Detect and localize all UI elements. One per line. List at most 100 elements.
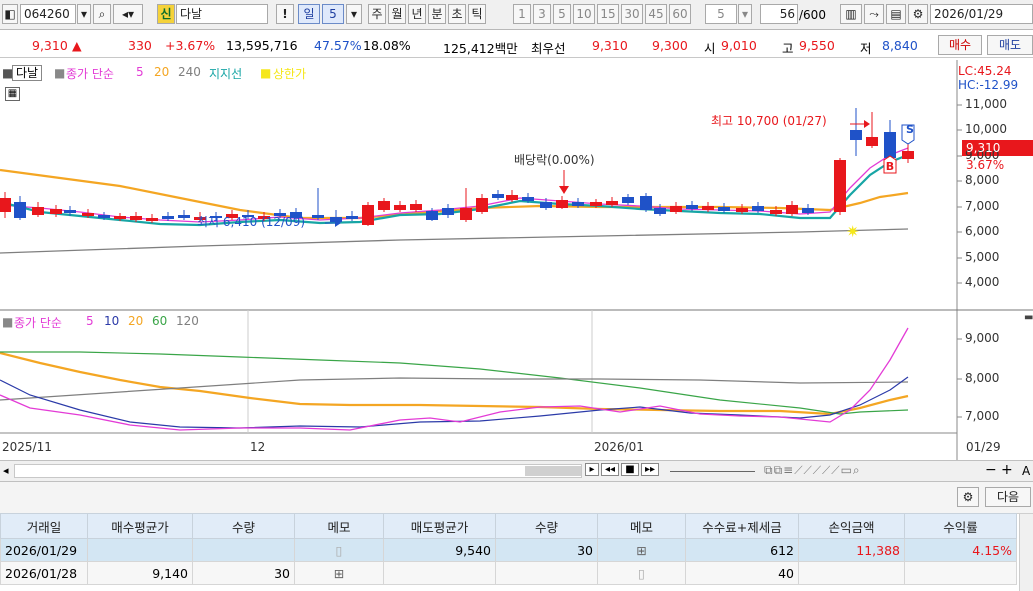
code-dropdown-icon[interactable]: ▾ — [77, 4, 91, 24]
period-dropdown-icon[interactable]: ▾ — [346, 4, 362, 24]
legend-support[interactable]: 지지선 — [209, 65, 242, 82]
candle-body — [98, 215, 110, 218]
lc-label: LC:45.24 — [958, 64, 1012, 78]
text-tool-icon[interactable]: A — [1022, 464, 1030, 478]
sell-button[interactable]: 매도 — [987, 35, 1033, 55]
hc-label: HC:-12.99 — [958, 78, 1019, 92]
sell-marker: S — [906, 123, 914, 136]
table-scrollbar[interactable] — [1019, 514, 1033, 591]
vol-legend-ma120[interactable]: 120 — [176, 314, 199, 328]
drawing-tools-icons[interactable]: ⧉⧉≡⟋⟋⟋⟋⟋▭⌕ — [764, 463, 861, 478]
period-year-tab[interactable]: 년 — [408, 4, 426, 24]
cell-fee: 612 — [685, 538, 799, 562]
stop-icon[interactable]: ■ — [621, 463, 639, 476]
table-toggle-icon[interactable]: ▦ — [5, 87, 20, 101]
minute-5[interactable]: 5 — [553, 4, 571, 24]
panel-menu-icon[interactable]: ▬ — [1024, 312, 1033, 323]
period-day-tab[interactable]: 일 — [298, 4, 320, 24]
chart-type-icon[interactable]: ▥ — [840, 4, 862, 24]
ask-price: 9,310 — [592, 38, 628, 53]
period-month-tab[interactable]: 월 — [388, 4, 406, 24]
legend-ma240[interactable]: 240 — [178, 65, 201, 79]
memo-add-icon[interactable]: ⊞ — [294, 561, 384, 585]
col-buy-memo[interactable]: 메모 — [294, 513, 384, 539]
candle-body — [50, 209, 62, 214]
period-minute-tab[interactable]: 분 — [428, 4, 446, 24]
memo-add-icon[interactable]: ⊞ — [597, 538, 686, 562]
legend-ma20[interactable]: 20 — [154, 65, 169, 79]
prev-stock-icon[interactable]: ◂▾ — [113, 4, 143, 24]
col-profit[interactable]: 손익금액 — [798, 513, 905, 539]
col-buy-qty[interactable]: 수량 — [192, 513, 295, 539]
col-buy-avg[interactable]: 매수평균가 — [87, 513, 193, 539]
period-second-tab[interactable]: 초 — [448, 4, 466, 24]
zoom-out-icon[interactable]: − — [985, 462, 997, 478]
candle-body — [346, 216, 358, 219]
indicator-icon[interactable]: ⤳ — [864, 4, 884, 24]
minute-1[interactable]: 1 — [513, 4, 531, 24]
candle-body — [540, 202, 552, 208]
max-price-label: 최고 10,700 (01/27) — [711, 114, 827, 128]
next-button[interactable]: 다음 — [985, 487, 1031, 507]
cell-buy-qty — [192, 538, 295, 562]
candle-body — [362, 205, 374, 225]
candle-body — [82, 213, 94, 216]
period-tick-tab[interactable]: 틱 — [468, 4, 486, 24]
rewind-icon[interactable]: ◂◂ — [601, 463, 619, 476]
fast-forward-icon[interactable]: ▸▸ — [641, 463, 659, 476]
legend-upper-limit[interactable]: 상한가 — [273, 65, 306, 82]
col-sell-memo[interactable]: 메모 — [597, 513, 686, 539]
min-price-label: 최저 6,410 (12/09) — [197, 215, 306, 229]
search-icon[interactable]: ⌕ — [93, 4, 111, 24]
alert-icon[interactable]: ! — [276, 4, 294, 24]
candle-body — [802, 208, 814, 213]
cell-fee: 40 — [685, 561, 799, 585]
scroll-left-icon[interactable]: ◂ — [3, 464, 9, 477]
period-week-tab[interactable]: 주 — [368, 4, 386, 24]
minute-15[interactable]: 15 — [597, 4, 619, 24]
date-input[interactable]: 2026/01/29 — [930, 4, 1033, 24]
minute-60[interactable]: 60 — [669, 4, 691, 24]
buy-marker: B — [885, 160, 895, 173]
legend-stock-name[interactable]: 다날 — [12, 65, 43, 81]
buy-button[interactable]: 매수 — [938, 35, 982, 55]
legend-ma-label[interactable]: 종가 단순 — [66, 65, 114, 82]
vol-legend-ma20[interactable]: 20 — [128, 314, 143, 328]
col-sell-avg[interactable]: 매도평균가 — [383, 513, 496, 539]
vol-legend-ma5[interactable]: 5 — [86, 314, 94, 328]
minute-45[interactable]: 45 — [645, 4, 667, 24]
scroll-thumb[interactable] — [525, 466, 581, 476]
memo-blank-icon[interactable]: ▯ — [597, 561, 686, 585]
count-input[interactable]: 56 — [760, 4, 798, 24]
zoom-in-icon[interactable]: + — [1001, 462, 1013, 478]
vol-legend-ma60[interactable]: 60 — [152, 314, 167, 328]
memo-blank-icon[interactable]: ▯ — [294, 538, 384, 562]
minute-value[interactable]: 5 — [705, 4, 737, 24]
grid-settings-icon[interactable]: ⚙ — [957, 487, 979, 507]
col-sell-qty[interactable]: 수량 — [495, 513, 598, 539]
volume: 13,595,716 — [226, 38, 298, 53]
table-row[interactable]: 2026/01/28 9,140 30 ⊞ ▯ 40 — [0, 561, 1017, 585]
legend-ma5[interactable]: 5 — [136, 65, 144, 79]
zoom-slider[interactable] — [670, 471, 755, 472]
minute-3[interactable]: 3 — [533, 4, 551, 24]
chart-scrollbar[interactable] — [14, 464, 582, 478]
vol-legend-ma10[interactable]: 10 — [104, 314, 119, 328]
col-fee-tax[interactable]: 수수료+제세금 — [685, 513, 799, 539]
period-value[interactable]: 5 — [322, 4, 344, 24]
minute-10[interactable]: 10 — [573, 4, 595, 24]
col-trade-date[interactable]: 거래일 — [0, 513, 88, 539]
table-row[interactable]: 2026/01/29 ▯ 9,540 30 ⊞ 612 11,388 4.15% — [0, 538, 1017, 562]
chart-area[interactable]: ✷ ■ 다날 ■ 종가 단순 5 20 240 지지선 ■ 상한가 ▦ 최고 1… — [0, 60, 1033, 460]
stock-name-field[interactable]: 다날 — [176, 4, 268, 24]
save-icon[interactable]: ▤ — [886, 4, 906, 24]
gear-icon[interactable]: ⚙ — [908, 4, 928, 24]
minute-dropdown-icon[interactable]: ▾ — [738, 4, 752, 24]
col-return[interactable]: 수익률 — [904, 513, 1017, 539]
y-tick-5000: 5,000 — [965, 250, 1000, 264]
code-type-icon[interactable]: ◧ — [2, 4, 18, 24]
minute-30[interactable]: 30 — [621, 4, 643, 24]
vol-legend-ma-label[interactable]: 종가 단순 — [14, 314, 62, 331]
stock-code-input[interactable]: 064260 — [20, 4, 76, 24]
scroll-right-icon[interactable]: ▸ — [585, 463, 599, 476]
